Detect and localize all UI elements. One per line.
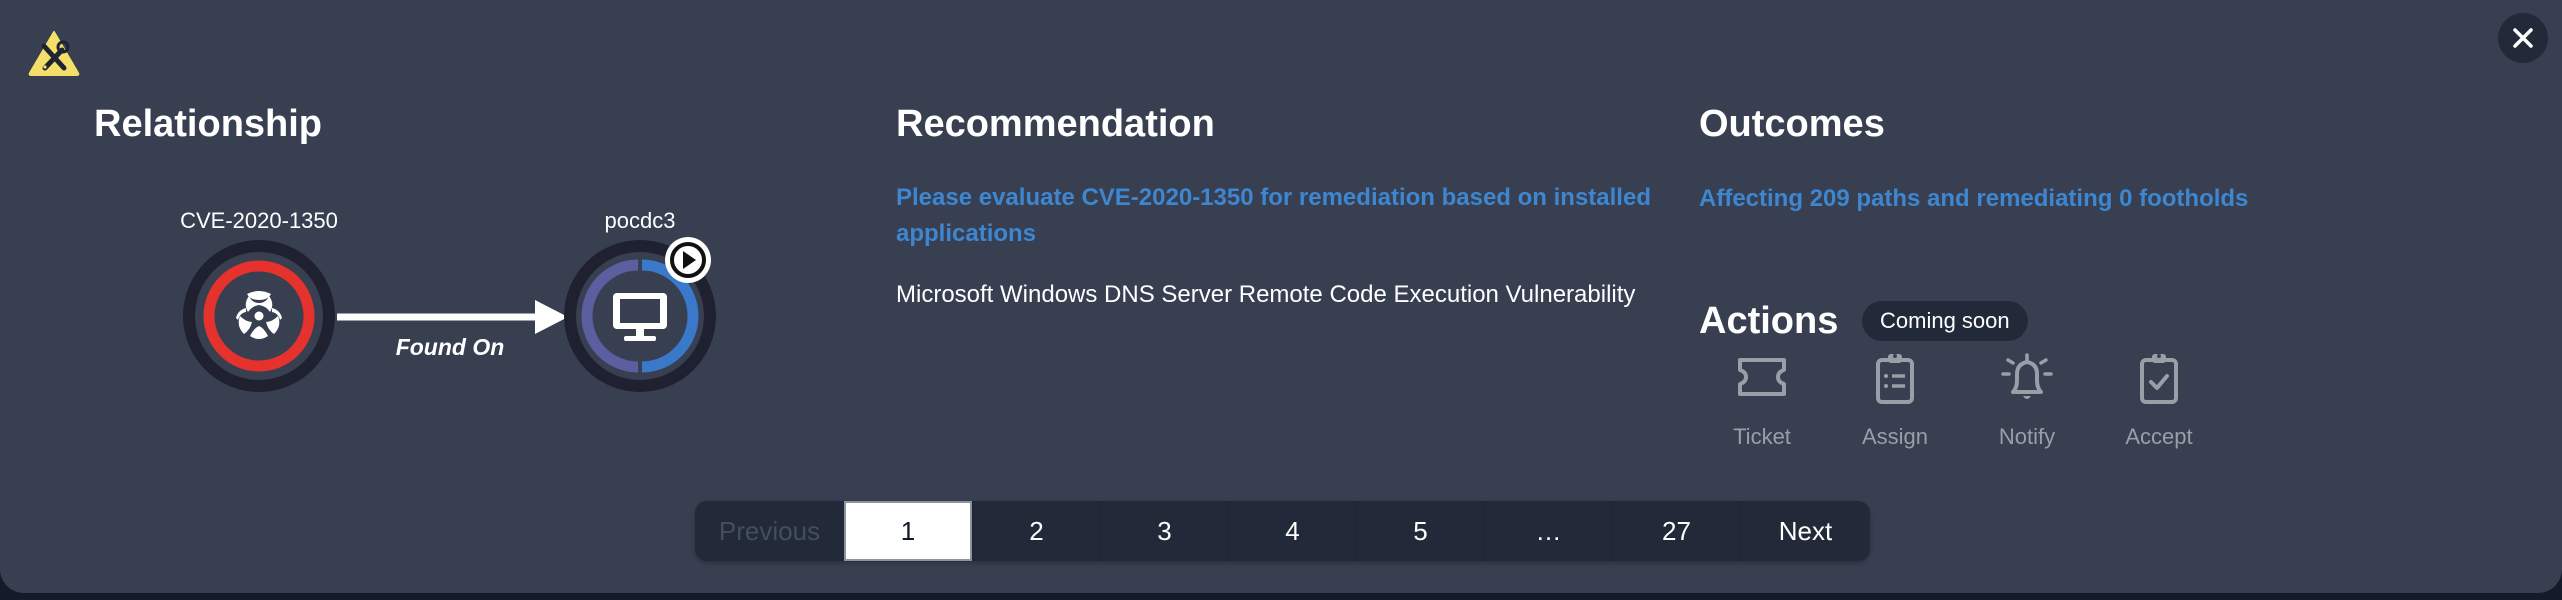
edge-label: Found On: [395, 334, 505, 360]
action-label: Assign: [1861, 424, 1929, 449]
pagination: Previous 1 2 3 4 5 … 27 Next: [695, 501, 1870, 561]
next-page-button[interactable]: Next: [1740, 501, 1870, 561]
vulnerability-description: Microsoft Windows DNS Server Remote Code…: [896, 281, 1636, 308]
page-button-2[interactable]: 2: [972, 501, 1100, 561]
coming-soon-badge: Coming soon: [1862, 301, 2028, 341]
action-ticket[interactable]: Ticket: [1702, 350, 1822, 450]
clipboard-list-icon: [1876, 354, 1914, 404]
action-accept[interactable]: Accept: [2099, 350, 2219, 450]
page-button-5[interactable]: 5: [1356, 501, 1484, 561]
actions-title: Actions: [1699, 300, 1839, 342]
action-notify[interactable]: Notify: [1967, 350, 2087, 450]
outcomes-title: Outcomes: [1699, 103, 1885, 145]
ticket-icon: [1738, 358, 1786, 396]
clipboard-check-icon: [2140, 354, 2178, 404]
action-label: Accept: [2125, 424, 2193, 449]
page-button-4[interactable]: 4: [1228, 501, 1356, 561]
outcomes-text: Affecting 209 paths and remediating 0 fo…: [1699, 185, 2249, 212]
page-button-3[interactable]: 3: [1100, 501, 1228, 561]
action-assign[interactable]: Assign: [1835, 350, 1955, 450]
edge-arrow: [337, 300, 568, 334]
source-node[interactable]: [183, 240, 335, 392]
close-icon: [2513, 28, 2533, 48]
previous-page-button[interactable]: Previous: [695, 501, 844, 561]
recommendation-text: Please evaluate CVE-2020-1350 for remedi…: [896, 184, 1651, 247]
action-label: Ticket: [1733, 424, 1791, 449]
page-ellipsis: …: [1484, 501, 1612, 561]
page-button-1[interactable]: 1: [844, 501, 972, 561]
play-icon[interactable]: [665, 237, 711, 283]
close-button[interactable]: [2498, 13, 2548, 63]
relationship-graph: [183, 237, 716, 392]
page-button-27[interactable]: 27: [1612, 501, 1740, 561]
remediation-panel: Relationship CVE-2020-1350 pocdc3 Found …: [0, 0, 2562, 593]
recommendation-title: Recommendation: [896, 103, 1215, 145]
bell-icon: [2001, 353, 2053, 399]
action-label: Notify: [1998, 424, 2056, 449]
